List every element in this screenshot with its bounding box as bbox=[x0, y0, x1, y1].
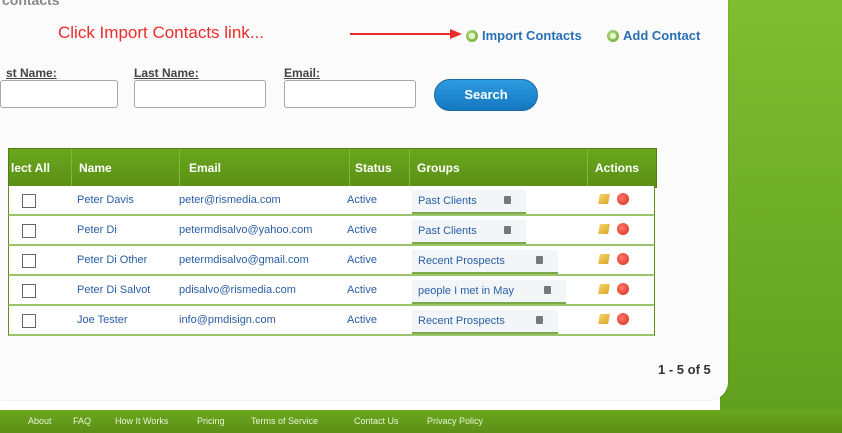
footer-link-privacy[interactable]: Privacy Policy bbox=[427, 416, 483, 426]
row-checkbox[interactable] bbox=[22, 254, 36, 268]
contacts-table-header: lect All Name Email Status Groups Action… bbox=[8, 148, 657, 188]
table-row: Joe Tester info@pmdisign.com Active Rece… bbox=[8, 306, 655, 336]
contact-email: peter@rismedia.com bbox=[179, 194, 281, 206]
delete-icon[interactable] bbox=[617, 193, 629, 205]
contact-email: pdisalvo@rismedia.com bbox=[179, 284, 296, 296]
footer-link-about[interactable]: About bbox=[28, 416, 52, 426]
contact-email: petermdisalvo@gmail.com bbox=[179, 254, 309, 266]
contact-status: Active bbox=[347, 314, 377, 326]
contact-email: info@pmdisign.com bbox=[179, 314, 276, 326]
trash-icon[interactable] bbox=[544, 286, 551, 294]
plus-icon bbox=[607, 29, 619, 42]
last-name-label: Last Name: bbox=[134, 66, 199, 80]
contact-status: Active bbox=[347, 254, 377, 266]
delete-icon[interactable] bbox=[617, 223, 629, 235]
contact-name[interactable]: Peter Di Salvot bbox=[77, 276, 150, 304]
contact-name[interactable]: Peter Di bbox=[77, 216, 117, 244]
trash-icon[interactable] bbox=[504, 196, 511, 204]
contact-name[interactable]: Peter Di Other bbox=[77, 246, 147, 274]
contact-status: Active bbox=[347, 224, 377, 236]
row-checkbox[interactable] bbox=[22, 314, 36, 328]
plus-icon bbox=[466, 29, 478, 42]
green-background bbox=[720, 0, 842, 433]
page-title: contacts bbox=[2, 0, 60, 8]
email-label: Email: bbox=[284, 66, 321, 80]
footer-link-pricing[interactable]: Pricing bbox=[197, 416, 225, 426]
footer-link-how-it-works[interactable]: How It Works bbox=[115, 416, 168, 426]
edit-icon[interactable] bbox=[598, 314, 610, 324]
pagination-text: 1 - 5 of 5 bbox=[658, 362, 711, 377]
actions-header: Actions bbox=[595, 161, 640, 175]
instruction-callout: Click Import Contacts link... bbox=[58, 23, 264, 42]
table-row: Peter Di Salvot pdisalvo@rismedia.com Ac… bbox=[8, 276, 655, 306]
add-contact-link[interactable]: Add Contact bbox=[607, 28, 700, 43]
contact-name[interactable]: Joe Tester bbox=[77, 306, 128, 334]
first-name-input[interactable] bbox=[0, 80, 118, 108]
email-header[interactable]: Email bbox=[181, 149, 350, 187]
trash-icon[interactable] bbox=[536, 256, 543, 264]
table-row: Peter Di petermdisalvo@yahoo.com Active … bbox=[8, 216, 655, 246]
name-header[interactable]: Name bbox=[71, 149, 180, 187]
footer-link-terms[interactable]: Terms of Service bbox=[251, 416, 318, 426]
edit-icon[interactable] bbox=[598, 254, 610, 264]
trash-icon[interactable] bbox=[536, 316, 543, 324]
arrow-icon bbox=[350, 29, 462, 39]
table-row: Peter Davis peter@rismedia.com Active Pa… bbox=[8, 186, 655, 216]
table-row: Peter Di Other petermdisalvo@gmail.com A… bbox=[8, 246, 655, 276]
last-name-input[interactable] bbox=[134, 80, 266, 108]
groups-header[interactable]: Groups bbox=[409, 149, 588, 187]
contact-status: Active bbox=[347, 284, 377, 296]
contact-email: petermdisalvo@yahoo.com bbox=[179, 224, 313, 236]
delete-icon[interactable] bbox=[617, 283, 629, 295]
status-header[interactable]: Status bbox=[349, 149, 410, 187]
edit-icon[interactable] bbox=[598, 224, 610, 234]
import-contacts-link[interactable]: Import Contacts bbox=[466, 28, 582, 43]
import-contacts-label: Import Contacts bbox=[482, 28, 582, 43]
edit-icon[interactable] bbox=[598, 194, 610, 204]
group-tag[interactable]: people I met in May bbox=[412, 280, 566, 304]
footer-link-faq[interactable]: FAQ bbox=[73, 416, 91, 426]
edit-icon[interactable] bbox=[598, 284, 610, 294]
contact-status: Active bbox=[347, 194, 377, 206]
delete-icon[interactable] bbox=[617, 253, 629, 265]
row-checkbox[interactable] bbox=[22, 224, 36, 238]
delete-icon[interactable] bbox=[617, 313, 629, 325]
footer-link-contact[interactable]: Contact Us bbox=[354, 416, 399, 426]
search-button[interactable]: Search bbox=[434, 79, 538, 111]
add-contact-label: Add Contact bbox=[623, 28, 701, 43]
trash-icon[interactable] bbox=[504, 226, 511, 234]
first-name-label: st Name: bbox=[6, 66, 57, 80]
contact-name[interactable]: Peter Davis bbox=[77, 186, 134, 214]
email-input[interactable] bbox=[284, 80, 416, 108]
select-all-header[interactable]: lect All bbox=[9, 149, 72, 187]
row-checkbox[interactable] bbox=[22, 284, 36, 298]
row-checkbox[interactable] bbox=[22, 194, 36, 208]
